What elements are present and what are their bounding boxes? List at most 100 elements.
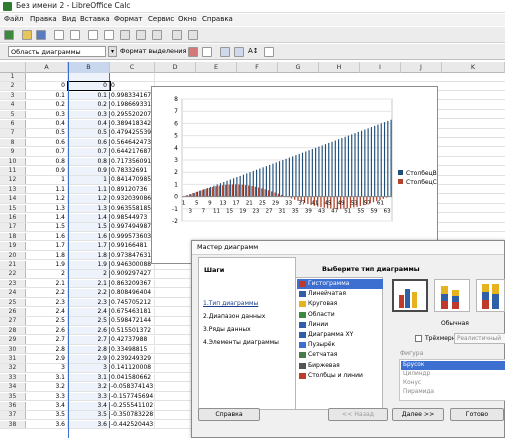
chart-type-item[interactable]: Круговая (297, 299, 383, 309)
cell-b[interactable]: 3.4 (68, 402, 110, 410)
cell-a[interactable]: 2.6 (26, 326, 68, 335)
cell-a[interactable]: 1.7 (26, 242, 68, 250)
threed-checkbox[interactable] (415, 335, 422, 342)
cell-a[interactable] (26, 73, 68, 81)
cell-b[interactable]: 2.1 (68, 279, 110, 288)
row-number[interactable]: 4 (0, 101, 26, 109)
cell-a[interactable]: 1 (26, 176, 68, 184)
print-icon[interactable] (104, 30, 114, 40)
cell-b[interactable]: 0.7 (68, 148, 110, 156)
row-number[interactable]: 30 (0, 345, 26, 354)
chart-type-item[interactable]: Пузырёк (297, 340, 383, 350)
scale-text-icon[interactable]: A↕ (248, 47, 259, 55)
row-number[interactable]: 31 (0, 355, 26, 363)
row-number[interactable]: 33 (0, 373, 26, 382)
select-all-corner[interactable] (0, 62, 26, 73)
undo-icon[interactable] (172, 30, 182, 40)
cell-c[interactable]: 0.78332691 (110, 167, 155, 175)
cell-b[interactable]: 2.2 (68, 289, 110, 297)
row-number[interactable]: 34 (0, 383, 26, 391)
cell-a[interactable]: 1.2 (26, 195, 68, 203)
cell-a[interactable]: 2.5 (26, 317, 68, 325)
finish-button[interactable]: Готово (450, 408, 504, 421)
row-number[interactable]: 19 (0, 242, 26, 250)
cell-c[interactable]: 0.198669331 (110, 101, 155, 109)
chart-element-select[interactable]: Область диаграммы (8, 46, 106, 57)
row-number[interactable]: 11 (0, 167, 26, 175)
cell-c[interactable]: 0.841470985 (110, 176, 155, 184)
cell-c[interactable]: 0.041580662 (110, 373, 155, 382)
cell-b[interactable]: 0.8 (68, 157, 110, 166)
cell-b[interactable]: 3.2 (68, 383, 110, 391)
cell-c[interactable]: 0.42737988 (110, 336, 155, 344)
cell-c[interactable]: 0.999573603 (110, 232, 155, 241)
cell-a[interactable]: 1.6 (26, 232, 68, 241)
cell-c[interactable]: 0 (110, 82, 155, 90)
cell-c[interactable]: 0.909297427 (110, 270, 155, 278)
menu-insert[interactable]: Вставка (80, 15, 110, 23)
cell-c[interactable]: -0.058374143 (110, 383, 155, 391)
shape-item-cylinder[interactable]: Цилиндр (401, 371, 430, 377)
row-number[interactable]: 1 (0, 73, 26, 81)
legend-toggle-icon[interactable] (234, 47, 244, 57)
row-number[interactable]: 9 (0, 148, 26, 156)
step-data-range[interactable]: 2.Диапазон данных (203, 313, 265, 320)
cell-b[interactable]: 2 (68, 270, 110, 278)
row-number[interactable]: 10 (0, 157, 26, 166)
edit-mode-icon[interactable] (70, 30, 80, 40)
shape-item-pyramid[interactable]: Пирамида (401, 389, 434, 395)
menu-file[interactable]: Файл (4, 15, 23, 23)
cell-b[interactable]: 2.8 (68, 345, 110, 354)
copy-icon[interactable] (136, 30, 146, 40)
row-number[interactable]: 21 (0, 261, 26, 269)
pdf-icon[interactable] (88, 30, 98, 40)
row-number[interactable]: 17 (0, 223, 26, 231)
step-chart-elements[interactable]: 4.Элементы диаграммы (203, 339, 279, 346)
cell-a[interactable]: 1.9 (26, 261, 68, 269)
row-number[interactable]: 23 (0, 279, 26, 288)
row-number[interactable]: 22 (0, 270, 26, 278)
cell-a[interactable]: 3.2 (26, 383, 68, 391)
help-button[interactable]: Справка (198, 408, 260, 421)
cell-c[interactable]: 0.946300088 (110, 261, 155, 269)
back-button[interactable]: << Назад (328, 408, 388, 421)
chart-type-icon[interactable] (188, 47, 198, 57)
open-icon[interactable] (22, 30, 32, 40)
cell-b[interactable] (68, 73, 110, 81)
cell-c[interactable]: 0.745705212 (110, 298, 155, 307)
column-header-b[interactable]: B (68, 62, 110, 73)
cell-a[interactable]: 2.4 (26, 308, 68, 316)
cell-a[interactable]: 2.8 (26, 345, 68, 354)
column-header-j[interactable]: J (401, 62, 442, 73)
cell-c[interactable]: 0.998334167 (110, 91, 155, 100)
cell-c[interactable]: 0.479425539 (110, 129, 155, 137)
cell-c[interactable]: 0.89120736 (110, 185, 155, 194)
cell-c[interactable]: 0.973847631 (110, 251, 155, 260)
cell-c[interactable]: 0.644217687 (110, 148, 155, 156)
cell-b[interactable]: 1.8 (68, 251, 110, 260)
cell-a[interactable]: 0.2 (26, 101, 68, 109)
chart-type-item[interactable]: Сетчатая (297, 350, 383, 360)
row-number[interactable]: 16 (0, 214, 26, 222)
row-number[interactable]: 36 (0, 402, 26, 410)
row-number[interactable]: 8 (0, 138, 26, 147)
save-icon[interactable] (36, 30, 46, 40)
cell-c[interactable]: -0.255541102 (110, 402, 155, 410)
column-header-k[interactable]: K (442, 62, 505, 73)
cell-b[interactable]: 1 (68, 176, 110, 184)
variant-stacked-option[interactable] (434, 279, 470, 312)
threed-style-select[interactable]: Реалистичный (454, 333, 505, 344)
step-data-series[interactable]: 3.Ряды данных (203, 326, 251, 333)
cell-a[interactable]: 0.3 (26, 110, 68, 119)
cell-a[interactable]: 3.6 (26, 420, 68, 429)
cell-b[interactable]: 0.3 (68, 110, 110, 119)
menu-help[interactable]: Справка (202, 15, 233, 23)
cut-icon[interactable] (120, 30, 130, 40)
cell-b[interactable]: 0 (67, 81, 111, 91)
chart-type-item[interactable]: Биржевая (297, 361, 383, 371)
cell-c[interactable]: 0.295520207 (110, 110, 155, 119)
cell-b[interactable]: 0.1 (68, 91, 110, 100)
row-number[interactable]: 35 (0, 392, 26, 401)
cell-b[interactable]: 3.5 (68, 411, 110, 419)
cell-a[interactable]: 0.7 (26, 148, 68, 156)
